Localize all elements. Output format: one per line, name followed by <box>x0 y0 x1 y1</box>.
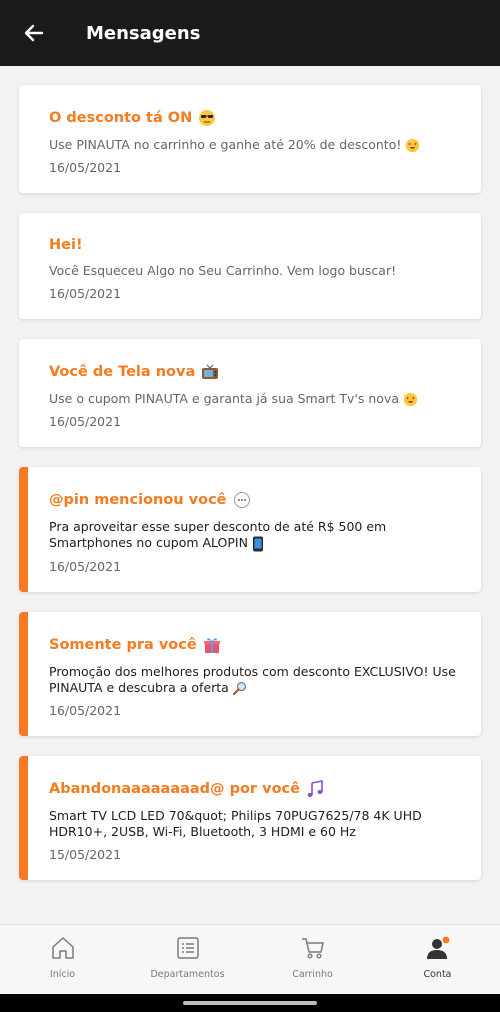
nav-label: Conta <box>423 969 452 980</box>
nav-label: Carrinho <box>292 969 333 980</box>
user-icon <box>426 935 451 959</box>
messages-list[interactable]: O desconto tá ON Use PINAUTA no carrinho… <box>0 66 500 924</box>
nav-item-inicio[interactable]: Início <box>0 925 125 994</box>
message-title: O desconto tá ON <box>49 109 461 127</box>
unread-indicator <box>19 755 28 880</box>
message-title: Hei! <box>49 237 83 253</box>
nav-item-departamentos[interactable]: Departamentos <box>125 925 250 994</box>
message-card[interactable]: Hei! Você Esqueceu Algo no Seu Carrinho.… <box>19 213 481 319</box>
cart-icon <box>301 938 324 959</box>
speech-bubble-emoji-icon <box>233 492 250 508</box>
message-text: Pra aproveitar esse super desconto de at… <box>49 519 387 551</box>
message-title: @pin mencionou você <box>49 491 461 509</box>
unread-indicator <box>19 467 28 592</box>
message-date: 16/05/2021 <box>49 160 122 175</box>
message-title: Abandonaaaaaaaad@ por você <box>49 779 461 798</box>
back-button[interactable] <box>16 15 52 51</box>
message-card[interactable]: Você de Tela nova Use o cupom PINAUTA e … <box>19 339 481 447</box>
message-date: 15/05/2021 <box>49 846 122 862</box>
message-date: 16/05/2021 <box>49 558 122 574</box>
nav-item-conta[interactable]: Conta <box>375 925 500 994</box>
message-card[interactable]: O desconto tá ON Use PINAUTA no carrinho… <box>19 85 481 193</box>
gift-emoji-icon <box>203 637 220 653</box>
tv-emoji-icon <box>202 364 219 379</box>
message-date: 16/05/2021 <box>49 414 122 429</box>
magnifier-emoji-icon <box>232 681 246 695</box>
bottom-navigation: Início Departamentos Carrinho Conta <box>0 924 500 994</box>
arrow-left-icon <box>24 24 44 42</box>
home-icon <box>51 937 74 959</box>
message-card-unread[interactable]: Somente pra você Promoção dos melhores p… <box>19 611 481 736</box>
unread-indicator <box>19 611 28 736</box>
message-text: Smart TV LCD LED 70&quot; Philips 70PUG7… <box>49 807 422 839</box>
message-title: Você de Tela nova <box>49 363 461 381</box>
list-icon <box>176 937 199 959</box>
music-notes-emoji-icon <box>307 779 323 797</box>
message-date: 16/05/2021 <box>49 286 122 301</box>
nav-label: Departamentos <box>150 969 225 980</box>
nav-label: Início <box>49 969 76 980</box>
sunglasses-emoji-icon <box>199 110 216 126</box>
message-text: Use PINAUTA no carrinho e ganhe até 20% … <box>49 137 461 153</box>
heart-eyes-emoji-icon <box>406 138 420 153</box>
message-text: Você Esqueceu Algo no Seu Carrinho. Vem … <box>49 263 397 278</box>
heart-eyes-emoji-icon <box>403 392 418 407</box>
message-date: 16/05/2021 <box>49 702 122 718</box>
phone-emoji-icon <box>252 536 263 551</box>
message-card-unread[interactable]: Abandonaaaaaaaad@ por você Smart TV LCD … <box>19 755 481 880</box>
page-title: Mensagens <box>86 22 201 44</box>
top-app-bar: Mensagens <box>0 0 500 66</box>
home-indicator[interactable] <box>183 1001 317 1005</box>
message-card-unread[interactable]: @pin mencionou você Pra aproveitar esse … <box>19 467 481 592</box>
message-title: Somente pra você <box>49 636 461 654</box>
system-navigation-bar <box>0 994 500 1012</box>
message-text: Use o cupom PINAUTA e garanta já sua Sma… <box>49 391 461 407</box>
message-text: Promoção dos melhores produtos com desco… <box>49 663 456 695</box>
nav-item-carrinho[interactable]: Carrinho <box>250 925 375 994</box>
